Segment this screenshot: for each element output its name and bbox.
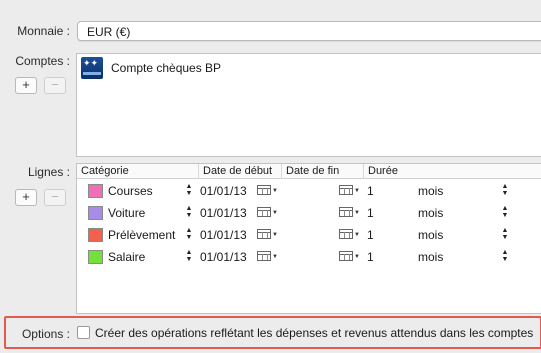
start-calendar-icon[interactable] — [257, 251, 271, 261]
category-name[interactable]: Prélèvement — [108, 228, 175, 242]
category-name[interactable]: Salaire — [108, 250, 145, 264]
category-stepper-icon[interactable]: ▲ ▼ — [185, 205, 193, 219]
category-color-swatch[interactable] — [88, 228, 103, 242]
column-header-start[interactable]: Date de début — [199, 164, 282, 179]
start-calendar-arrow-icon[interactable]: ▼ — [272, 254, 278, 260]
start-calendar-icon[interactable] — [257, 229, 271, 239]
end-calendar-icon[interactable] — [339, 229, 353, 239]
start-calendar-icon[interactable] — [257, 207, 271, 217]
currency-value: EUR (€) — [87, 25, 131, 39]
end-calendar-icon[interactable] — [339, 251, 353, 261]
category-stepper-icon[interactable]: ▲ ▼ — [185, 249, 193, 263]
duration-stepper-icon[interactable]: ▲ ▼ — [501, 227, 509, 241]
category-name[interactable]: Courses — [108, 184, 153, 198]
add-account-button[interactable]: + — [15, 77, 37, 94]
currency-label: Monnaie : — [17, 24, 70, 38]
column-header-category[interactable]: Catégorie — [77, 164, 199, 179]
category-color-swatch[interactable] — [88, 206, 103, 220]
duration-value[interactable]: 1 — [367, 250, 374, 264]
table-row[interactable]: Voiture ▲ ▼ 01/01/13 ▼ ▼ 1 mois ▲ ▼ — [77, 202, 541, 224]
duration-unit[interactable]: mois — [418, 206, 443, 220]
start-date-field[interactable]: 01/01/13 — [200, 250, 247, 264]
accounts-list[interactable]: ✦✦ Compte chèques BP — [76, 53, 541, 157]
start-date-field[interactable]: 01/01/13 — [200, 206, 247, 220]
options-label: Options : — [21, 327, 70, 341]
lines-label: Lignes : — [27, 165, 70, 179]
duration-unit[interactable]: mois — [418, 184, 443, 198]
table-header: Catégorie Date de début Date de fin Duré… — [77, 164, 541, 179]
banque-populaire-logo-icon: ✦✦ — [81, 57, 103, 79]
account-item[interactable]: ✦✦ Compte chèques BP — [81, 56, 221, 80]
remove-line-button[interactable]: − — [44, 189, 66, 206]
end-calendar-icon[interactable] — [339, 185, 353, 195]
start-calendar-arrow-icon[interactable]: ▼ — [272, 188, 278, 194]
table-row[interactable]: Prélèvement ▲ ▼ 01/01/13 ▼ ▼ 1 mois ▲ ▼ — [77, 224, 541, 246]
end-calendar-arrow-icon[interactable]: ▼ — [354, 210, 360, 216]
end-calendar-arrow-icon[interactable]: ▼ — [354, 232, 360, 238]
create-operations-text[interactable]: Créer des opérations reflétant les dépen… — [95, 326, 533, 340]
duration-unit[interactable]: mois — [418, 228, 443, 242]
category-name[interactable]: Voiture — [108, 206, 145, 220]
end-calendar-arrow-icon[interactable]: ▼ — [354, 254, 360, 260]
remove-account-button[interactable]: − — [44, 77, 66, 94]
column-header-end[interactable]: Date de fin — [282, 164, 364, 179]
table-row[interactable]: Salaire ▲ ▼ 01/01/13 ▼ ▼ 1 mois ▲ ▼ — [77, 246, 541, 268]
start-date-field[interactable]: 01/01/13 — [200, 184, 247, 198]
category-stepper-icon[interactable]: ▲ ▼ — [185, 183, 193, 197]
duration-stepper-icon[interactable]: ▲ ▼ — [501, 205, 509, 219]
end-calendar-arrow-icon[interactable]: ▼ — [354, 188, 360, 194]
start-calendar-icon[interactable] — [257, 185, 271, 195]
duration-value[interactable]: 1 — [367, 228, 374, 242]
start-calendar-arrow-icon[interactable]: ▼ — [272, 232, 278, 238]
currency-popup[interactable]: EUR (€) — [77, 21, 541, 41]
duration-value[interactable]: 1 — [367, 206, 374, 220]
duration-stepper-icon[interactable]: ▲ ▼ — [501, 183, 509, 197]
column-header-duration[interactable]: Durée — [364, 164, 541, 179]
create-operations-checkbox[interactable] — [77, 326, 90, 339]
add-line-button[interactable]: + — [15, 189, 37, 206]
category-stepper-icon[interactable]: ▲ ▼ — [185, 227, 193, 241]
table-row[interactable]: Courses ▲ ▼ 01/01/13 ▼ ▼ 1 mois ▲ ▼ — [77, 180, 541, 202]
end-calendar-icon[interactable] — [339, 207, 353, 217]
start-calendar-arrow-icon[interactable]: ▼ — [272, 210, 278, 216]
category-color-swatch[interactable] — [88, 184, 103, 198]
start-date-field[interactable]: 01/01/13 — [200, 228, 247, 242]
duration-stepper-icon[interactable]: ▲ ▼ — [501, 249, 509, 263]
duration-value[interactable]: 1 — [367, 184, 374, 198]
lines-table[interactable]: Catégorie Date de début Date de fin Duré… — [76, 163, 541, 314]
accounts-label: Comptes : — [15, 54, 70, 68]
duration-unit[interactable]: mois — [418, 250, 443, 264]
category-color-swatch[interactable] — [88, 250, 103, 264]
account-name: Compte chèques BP — [111, 61, 222, 75]
